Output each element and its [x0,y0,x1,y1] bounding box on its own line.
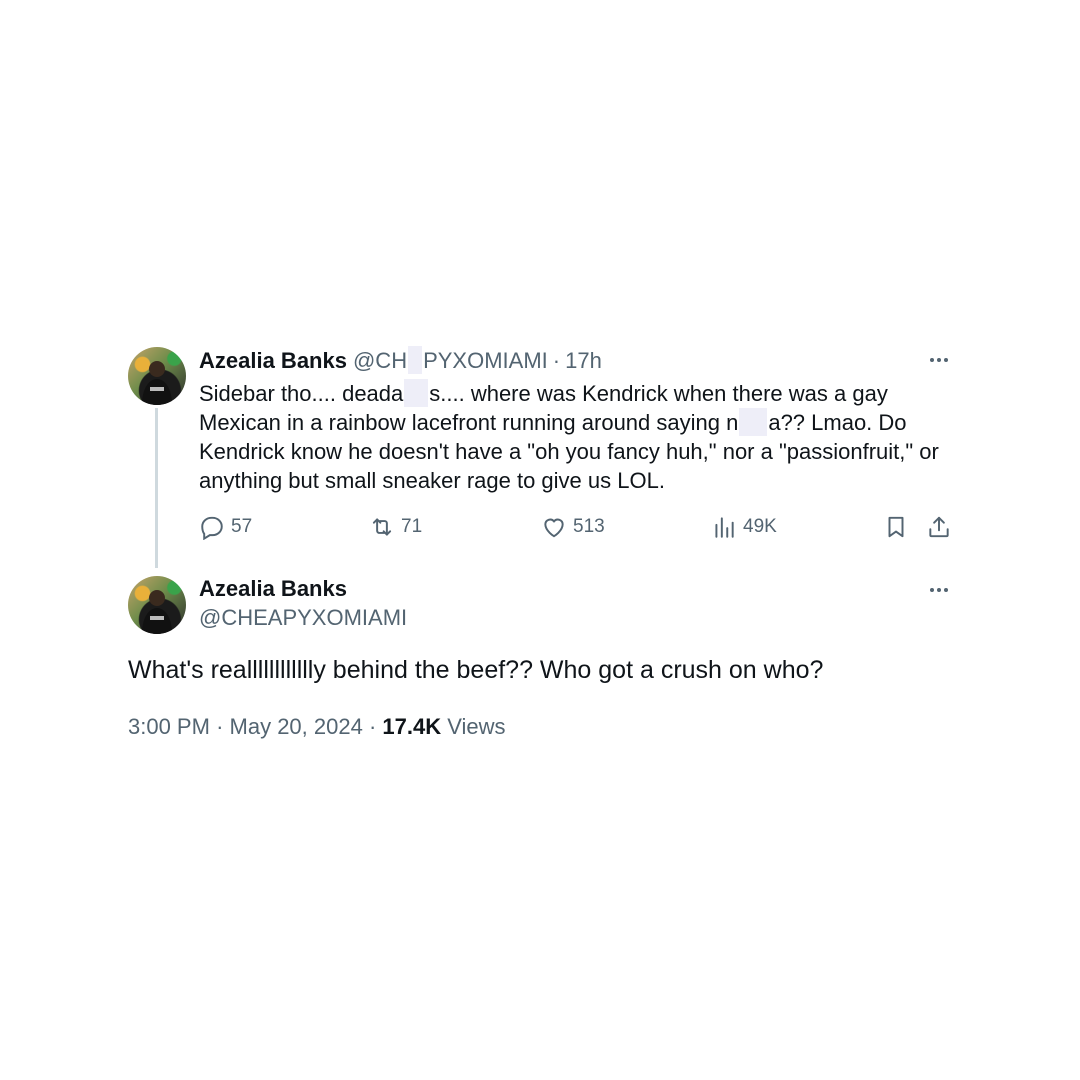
reply-count: 57 [231,516,253,537]
like-count: 513 [573,516,605,537]
main-tweet-handle: @CHEAPYXOMIAMI [199,605,407,631]
reply-icon [199,514,225,540]
time-ago[interactable]: 17h [565,348,602,374]
separator-dot: · [552,348,561,373]
views-icon [711,514,737,540]
censor-block [739,408,768,436]
views-count: 49K [743,516,777,537]
main-tweet-text: What's realllllllllllly behind the beef?… [128,656,824,684]
author-handle[interactable]: @CH PYXOMIAMI [353,346,548,374]
text-line: Sidebar tho.... deada s.... where was Ken… [199,379,888,407]
reply-tweet-header: Azealia Banks @CH PYXOMIAMI · 17h [199,346,602,374]
like-button[interactable]: 513 [541,514,605,540]
text-line: Mexican in a rainbow lacefront running a… [199,408,907,436]
separator-dot: · [216,714,230,739]
tweet-meta: 3:00 PM · May 20, 2024 · 17.4K Views [128,714,506,740]
views-label: Views [447,714,506,739]
censor-block [408,346,423,374]
author-name[interactable]: Azealia Banks [199,348,347,374]
thread-line [155,408,158,568]
more-icon[interactable] [930,588,948,592]
separator-dot: · [368,714,383,739]
views-button[interactable]: 49K [711,514,777,540]
more-icon[interactable] [930,358,948,362]
repost-icon [369,514,395,540]
bookmark-icon[interactable] [883,514,909,540]
view-count: 17.4K [382,714,442,739]
like-icon [541,514,567,540]
reply-button[interactable]: 57 [199,514,252,540]
author-handle[interactable]: @CHEAPYXOMIAMI [199,605,407,631]
reply-tweet-text: Sidebar tho.... deada s.... where was Ken… [199,379,939,495]
share-icon[interactable] [926,514,952,540]
repost-button[interactable]: 71 [369,514,422,540]
tweet-time[interactable]: 3:00 PM [128,714,210,739]
text-line: anything but small sneaker rage to give … [199,468,665,493]
main-tweet-author-name: Azealia Banks [199,576,347,602]
text-line: Kendrick know he doesn't have a "oh you … [199,439,939,464]
tweet-date[interactable]: May 20, 2024 [230,714,363,739]
avatar[interactable] [128,347,186,405]
censor-block [404,379,429,407]
author-name[interactable]: Azealia Banks [199,576,347,602]
repost-count: 71 [401,516,423,537]
avatar[interactable] [128,576,186,634]
